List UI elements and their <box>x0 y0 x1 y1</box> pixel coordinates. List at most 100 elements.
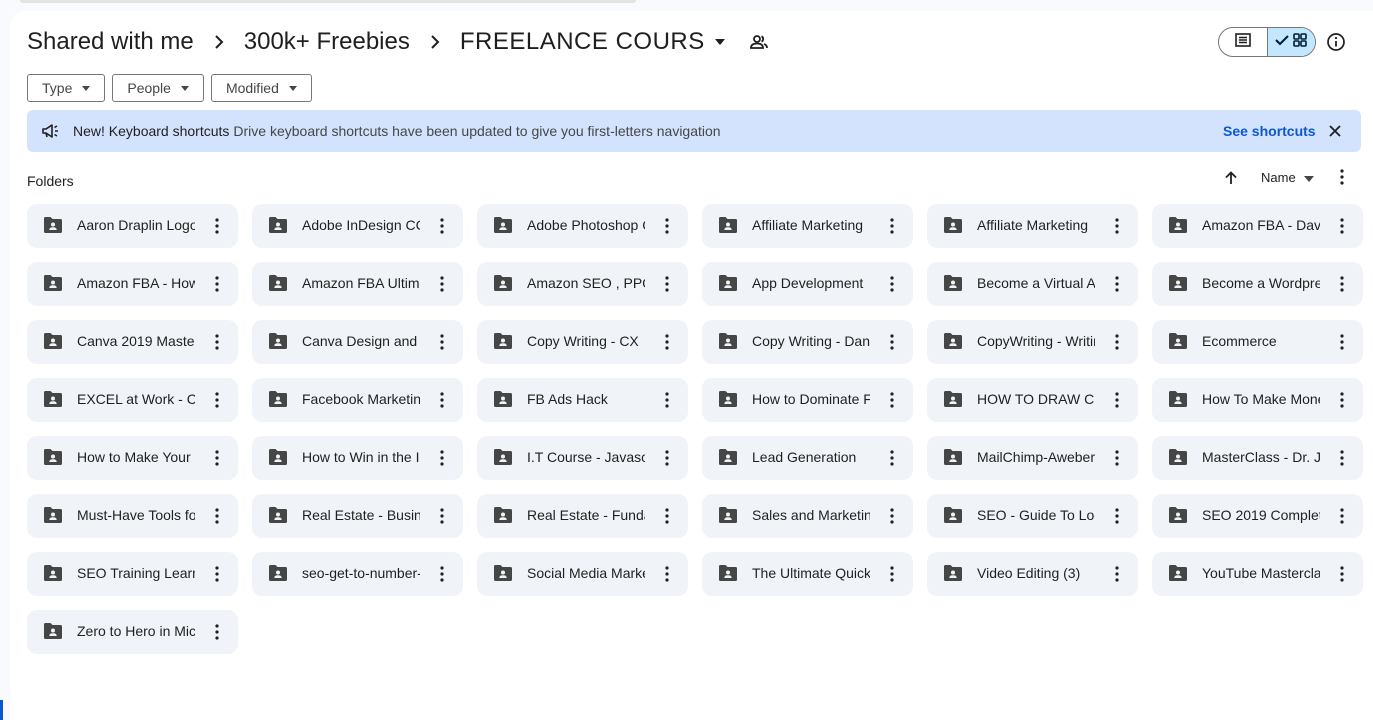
folder-card[interactable]: Amazon FBA Ultimate <box>252 262 463 306</box>
more-vert-icon[interactable] <box>432 216 452 236</box>
more-vert-icon[interactable] <box>1332 274 1352 294</box>
more-vert-icon[interactable] <box>1332 506 1352 526</box>
filter-people[interactable]: People <box>112 74 204 102</box>
arrow-drop-down-icon[interactable] <box>714 38 734 46</box>
folder-card[interactable]: App Development <box>702 262 913 306</box>
more-vert-icon[interactable] <box>657 506 677 526</box>
more-vert-icon[interactable] <box>882 274 902 294</box>
more-vert-icon[interactable] <box>207 332 227 352</box>
more-vert-icon[interactable] <box>207 448 227 468</box>
more-vert-icon[interactable] <box>657 448 677 468</box>
more-vert-icon[interactable] <box>1332 390 1352 410</box>
more-vert-icon[interactable] <box>882 448 902 468</box>
see-shortcuts-link[interactable]: See shortcuts <box>1223 123 1316 139</box>
folder-card[interactable]: Canva 2019 Masterclass <box>27 320 238 364</box>
filter-type[interactable]: Type <box>27 74 106 102</box>
folder-card[interactable]: Become a Wordpress <box>1152 262 1363 306</box>
folder-card[interactable]: Lead Generation <box>702 436 913 480</box>
people-icon[interactable] <box>749 34 768 50</box>
arrow-upward-icon[interactable] <box>1221 168 1241 188</box>
close-icon[interactable] <box>1327 123 1343 139</box>
folder-card[interactable]: Video Editing (3) <box>927 552 1138 596</box>
folder-card[interactable]: SEO 2019 Complete <box>1152 494 1363 538</box>
more-vert-icon[interactable] <box>1332 564 1352 584</box>
folder-card[interactable]: Real Estate - Business <box>252 494 463 538</box>
folder-card[interactable]: Social Media Marketing <box>477 552 688 596</box>
folder-card[interactable]: Real Estate - Fundamentals <box>477 494 688 538</box>
folder-card[interactable]: HOW TO DRAW C <box>927 378 1138 422</box>
more-vert-icon[interactable] <box>432 332 452 352</box>
more-vert-icon[interactable] <box>657 564 677 584</box>
folder-card[interactable]: I.T Course - Javascript <box>477 436 688 480</box>
folder-card[interactable]: SEO Training Learn <box>27 552 238 596</box>
folder-card[interactable]: YouTube Masterclass <box>1152 552 1363 596</box>
folder-card[interactable]: FB Ads Hack <box>477 378 688 422</box>
folder-card[interactable]: Canva Design and <box>252 320 463 364</box>
more-vert-icon[interactable] <box>882 564 902 584</box>
more-vert-icon[interactable] <box>207 274 227 294</box>
folder-card[interactable]: MailChimp-Aweber <box>927 436 1138 480</box>
folder-card[interactable]: Copy Writing - Dan <box>702 320 913 364</box>
folder-card[interactable]: Zero to Hero in Microsoft <box>27 610 238 654</box>
more-vert-icon[interactable] <box>1107 274 1127 294</box>
more-vert-icon[interactable] <box>1332 448 1352 468</box>
more-vert-icon[interactable] <box>1107 332 1127 352</box>
info-icon[interactable] <box>1326 32 1346 52</box>
filter-modified[interactable]: Modified <box>210 74 312 102</box>
more-vert-icon[interactable] <box>1107 506 1127 526</box>
more-vert-icon[interactable] <box>882 216 902 236</box>
more-vert-icon[interactable] <box>882 332 902 352</box>
folder-card[interactable]: How to Win in the I <box>252 436 463 480</box>
more-vert-icon[interactable] <box>657 216 677 236</box>
more-vert-icon[interactable] <box>657 332 677 352</box>
more-vert-icon[interactable] <box>1107 216 1127 236</box>
folder-card[interactable]: MasterClass - Dr. J <box>1152 436 1363 480</box>
breadcrumb-current-folder[interactable]: FREELANCE COURSE MASTER <box>460 28 706 56</box>
more-vert-icon[interactable] <box>207 506 227 526</box>
sort-by-name-button[interactable]: Name <box>1261 170 1314 185</box>
more-vert-icon[interactable] <box>432 448 452 468</box>
folder-card[interactable]: How to Make Your <box>27 436 238 480</box>
folder-card[interactable]: EXCEL at Work - Create <box>27 378 238 422</box>
more-vert-icon[interactable] <box>657 390 677 410</box>
list-view-button[interactable] <box>1219 28 1267 56</box>
grid-view-button[interactable] <box>1266 28 1315 56</box>
more-vert-icon[interactable] <box>1107 390 1127 410</box>
folder-card[interactable]: Affiliate Marketing <box>702 204 913 248</box>
folder-card[interactable]: Aaron Draplin Logo Design <box>27 204 238 248</box>
more-vert-icon[interactable] <box>1332 216 1352 236</box>
more-vert-icon[interactable] <box>1107 448 1127 468</box>
folder-card[interactable]: Ecommerce <box>1152 320 1363 364</box>
more-vert-icon[interactable] <box>1332 167 1352 187</box>
folder-card[interactable]: How To Make Money <box>1152 378 1363 422</box>
more-vert-icon[interactable] <box>657 274 677 294</box>
more-vert-icon[interactable] <box>432 564 452 584</box>
folder-card[interactable]: Affiliate Marketing <box>927 204 1138 248</box>
more-vert-icon[interactable] <box>207 622 227 642</box>
folder-card[interactable]: Adobe InDesign CC <box>252 204 463 248</box>
folder-card[interactable]: Amazon FBA - David <box>1152 204 1363 248</box>
more-vert-icon[interactable] <box>432 274 452 294</box>
more-vert-icon[interactable] <box>882 390 902 410</box>
breadcrumb-shared-with-me[interactable]: Shared with me <box>27 28 194 56</box>
folder-card[interactable]: Must-Have Tools for <box>27 494 238 538</box>
folder-card[interactable]: SEO - Guide To Local <box>927 494 1138 538</box>
folder-card[interactable]: Amazon SEO , PPC <box>477 262 688 306</box>
folder-card[interactable]: seo-get-to-number-one <box>252 552 463 596</box>
folder-card[interactable]: Adobe Photoshop CC <box>477 204 688 248</box>
more-vert-icon[interactable] <box>432 390 452 410</box>
more-vert-icon[interactable] <box>207 216 227 236</box>
folder-card[interactable]: Become a Virtual Assistant <box>927 262 1138 306</box>
folder-card[interactable]: CopyWriting - Writing <box>927 320 1138 364</box>
folder-card[interactable]: Facebook Marketing <box>252 378 463 422</box>
more-vert-icon[interactable] <box>207 390 227 410</box>
more-vert-icon[interactable] <box>207 564 227 584</box>
breadcrumb-300k-freebies[interactable]: 300k+ Freebies <box>244 28 410 56</box>
more-vert-icon[interactable] <box>1332 332 1352 352</box>
folder-card[interactable]: Copy Writing - CX <box>477 320 688 364</box>
more-vert-icon[interactable] <box>1107 564 1127 584</box>
folder-card[interactable]: Amazon FBA - How To <box>27 262 238 306</box>
folder-card[interactable]: The Ultimate Quick <box>702 552 913 596</box>
folder-card[interactable]: Sales and Marketing <box>702 494 913 538</box>
more-vert-icon[interactable] <box>432 506 452 526</box>
